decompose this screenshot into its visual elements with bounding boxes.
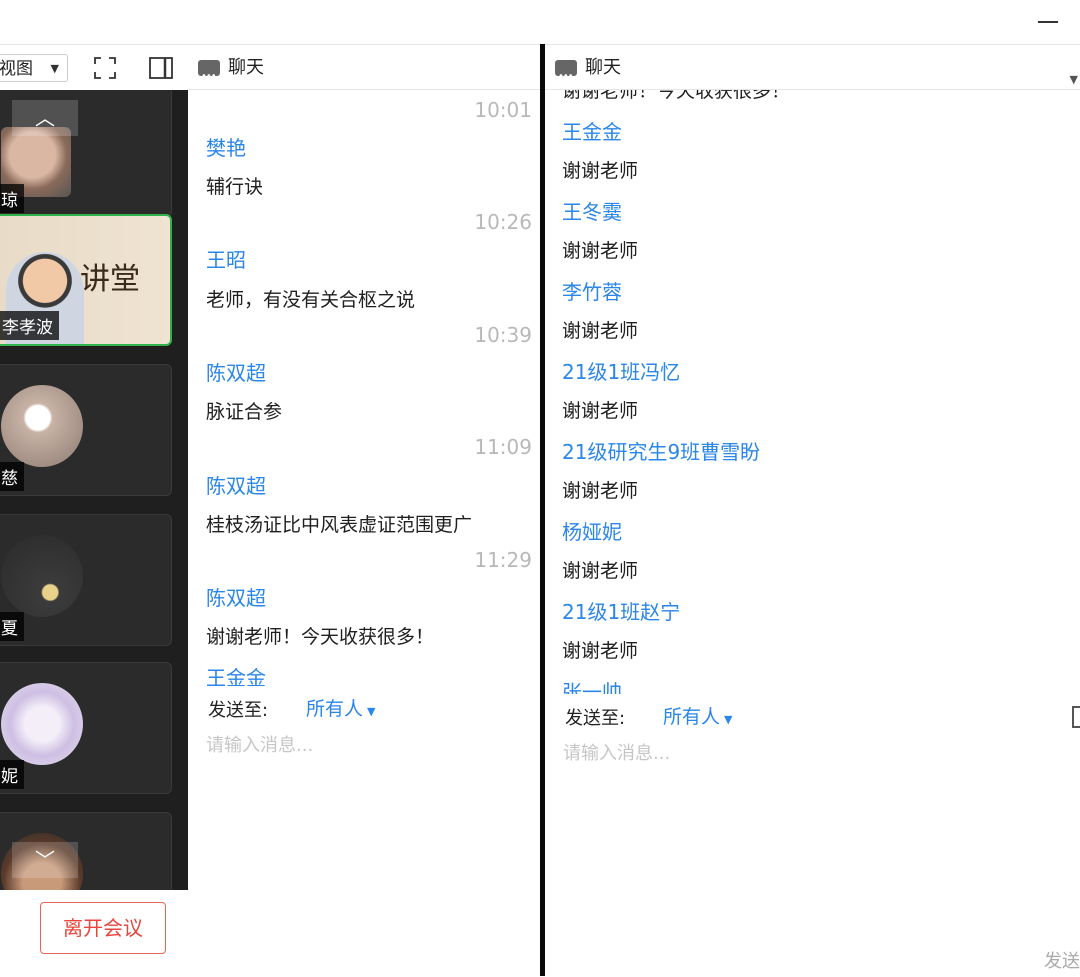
recipient-label: 所有人: [306, 698, 364, 720]
left-meeting-window: 视图 ▼ 琼 ︿ 讲堂 李孝波 慈 夏 妮 ﹀ 离开会议 •••聊天 10:01…: [0, 44, 540, 977]
message-text: 谢谢老师: [562, 320, 639, 342]
message-sender[interactable]: 21级研究生9班曹雪盼: [562, 436, 760, 465]
view-select[interactable]: 视图 ▼: [0, 54, 68, 82]
title-bar: [0, 0, 1080, 44]
leave-meeting-button[interactable]: 离开会议: [40, 902, 166, 954]
caret-down-icon: ▼: [50, 62, 59, 75]
caret-down-icon: ▼: [724, 713, 733, 726]
message-text: 谢谢老师: [562, 640, 639, 662]
video-toolbar: 视图 ▼: [0, 45, 188, 90]
participant-video-list[interactable]: 琼 ︿ 讲堂 李孝波 慈 夏 妮 ﹀: [0, 90, 188, 890]
message-sender[interactable]: 陈双超: [206, 582, 266, 611]
chevron-up-icon[interactable]: ︿: [12, 100, 78, 136]
participant-name: 慈: [0, 462, 24, 491]
message-sender[interactable]: 王昭: [206, 244, 246, 273]
message-text: 老师，有没有关合枢之说: [206, 289, 416, 311]
send-to-label: 发送至:: [208, 700, 269, 721]
chat-title: 聊天: [228, 57, 264, 78]
message-text: 桂枝汤证比中风表虚证范围更广: [206, 514, 473, 536]
message-sender[interactable]: 杨娅妮: [562, 516, 622, 545]
message-text: 谢谢老师: [562, 560, 639, 582]
chat-composer: 发送至: 所有人 ▼: [188, 686, 540, 977]
message-sender[interactable]: 张一帅: [562, 676, 622, 694]
message-sender[interactable]: 王金金: [562, 116, 622, 145]
chat-icon: [555, 54, 577, 99]
file-icon[interactable]: [1072, 706, 1080, 728]
recipient-label: 所有人: [663, 706, 721, 728]
message-sender[interactable]: 王冬霙: [562, 196, 622, 225]
avatar: [1, 683, 83, 765]
message-text: 谢谢老师: [562, 160, 639, 182]
message-sender[interactable]: 陈双超: [206, 357, 266, 386]
participant-name: 妮: [0, 760, 24, 789]
avatar: [1, 385, 83, 467]
minimize-icon[interactable]: [1038, 21, 1058, 23]
chat-header: 聊天 ▼: [545, 45, 1080, 99]
participant-name: 李孝波: [0, 311, 59, 340]
message-time: 11:29: [474, 548, 532, 572]
message-sender[interactable]: 李竹蓉: [562, 276, 622, 305]
message-time: 10:01: [474, 98, 532, 122]
avatar: [1, 535, 83, 617]
message-text: 谢谢老师！今天收获很多！: [206, 626, 435, 648]
view-select-label: 视图: [0, 59, 33, 79]
chat-message-list[interactable]: 谢谢老师！今天收获很多！ 王金金 谢谢老师 王冬霙 谢谢老师 李竹蓉 谢谢老师 …: [545, 90, 1080, 694]
participant-tile[interactable]: 慈: [0, 364, 172, 496]
chat-composer: 发送至: 所有人▼ 发送: [545, 694, 1080, 977]
participant-name: 琼: [0, 184, 24, 213]
message-text: 脉证合参: [206, 401, 283, 423]
caret-down-icon: ▼: [367, 705, 376, 718]
message-sender[interactable]: 21级1班冯忆: [562, 356, 680, 385]
message-time: 11:09: [474, 435, 532, 459]
message-text: 辅行诀: [206, 176, 264, 198]
message-input[interactable]: [563, 738, 1043, 768]
message-text: 谢谢老师: [562, 240, 639, 262]
leave-area: 离开会议: [0, 890, 188, 977]
participant-tile[interactable]: 夏: [0, 514, 172, 646]
chat-header: 聊天: [188, 45, 540, 99]
message-sender[interactable]: 21级1班赵宁: [562, 596, 680, 625]
fullscreen-icon[interactable]: [92, 55, 118, 81]
participant-tile-active[interactable]: 讲堂 李孝波: [0, 214, 172, 346]
message-input[interactable]: [206, 730, 526, 760]
chevron-down-icon[interactable]: ﹀: [12, 842, 78, 878]
chat-title: 聊天: [585, 57, 621, 78]
message-text: 谢谢老师: [562, 400, 639, 422]
participant-name: 夏: [0, 612, 24, 641]
chat-panel: 聊天 10:01 樊艳 辅行诀 10:26 王昭 老师，有没有关合枢之说 10:…: [188, 45, 540, 977]
message-sender[interactable]: 樊艳: [206, 132, 246, 161]
send-to-label: 发送至:: [565, 708, 626, 729]
message-time: 10:39: [474, 323, 532, 347]
chat-message-list[interactable]: 10:01 樊艳 辅行诀 10:26 王昭 老师，有没有关合枢之说 10:39 …: [188, 90, 540, 686]
send-button[interactable]: 发送: [1044, 947, 1080, 973]
right-chat-window: 聊天 ▼ 谢谢老师！今天收获很多！ 王金金 谢谢老师 王冬霙 谢谢老师 李竹蓉 …: [545, 44, 1080, 977]
message-time: 10:26: [474, 210, 532, 234]
message-text: 谢谢老师！今天收获很多！: [562, 90, 791, 102]
panel-layout-icon[interactable]: [148, 55, 174, 81]
message-sender[interactable]: 陈双超: [206, 470, 266, 499]
chat-icon: [198, 54, 220, 99]
recipient-dropdown[interactable]: 所有人 ▼: [306, 694, 375, 721]
message-sender[interactable]: 王金金: [206, 662, 266, 686]
background-banner-icon: 讲堂: [80, 262, 140, 297]
recipient-dropdown[interactable]: 所有人 ▼: [663, 702, 732, 729]
message-text: 谢谢老师: [562, 480, 639, 502]
participant-tile[interactable]: 妮: [0, 662, 172, 794]
